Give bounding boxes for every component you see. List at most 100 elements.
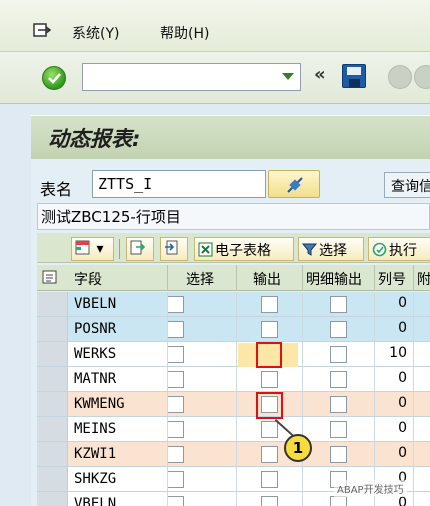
column-number-cell[interactable]: 0 <box>375 370 407 386</box>
column-number-cell[interactable]: 0 <box>375 395 407 411</box>
field-name-cell: MEINS <box>74 421 117 437</box>
cell-divider <box>236 442 237 466</box>
header-column-number[interactable]: 列号 <box>378 269 406 289</box>
select-checkbox[interactable] <box>167 396 184 413</box>
menu-help[interactable]: 帮助(H) <box>160 23 209 43</box>
detail-output-checkbox[interactable] <box>330 421 347 438</box>
column-number-cell[interactable]: 10 <box>375 345 407 361</box>
select-checkbox[interactable] <box>167 346 184 363</box>
row-selector[interactable] <box>37 317 68 341</box>
query-button[interactable]: 查询信 <box>384 172 430 198</box>
output-checkbox[interactable] <box>261 471 278 488</box>
column-number-cell[interactable]: 0 <box>375 420 407 436</box>
page-title: 动态报表: <box>48 127 141 151</box>
cell-divider <box>167 392 168 416</box>
save-icon[interactable] <box>342 64 366 88</box>
field-name-cell: SHKZG <box>74 471 117 487</box>
select-all-icon[interactable] <box>42 270 58 285</box>
back-icon[interactable]: « <box>314 64 326 85</box>
execute-icon <box>372 242 387 257</box>
detail-output-checkbox[interactable] <box>330 396 347 413</box>
layout-button[interactable]: ▾ <box>71 237 114 261</box>
select-checkbox[interactable] <box>167 421 184 438</box>
cell-divider <box>236 467 237 491</box>
select-checkbox[interactable] <box>167 321 184 338</box>
table-row: KZWI1 0 <box>37 442 430 467</box>
row-selector[interactable] <box>37 442 68 466</box>
output-checkbox[interactable] <box>261 446 278 463</box>
column-number-cell[interactable]: 0 <box>375 445 407 461</box>
spreadsheet-button[interactable]: 电子表格 <box>194 237 294 261</box>
row-selector[interactable] <box>37 417 68 441</box>
row-selector[interactable] <box>37 492 68 506</box>
cell-divider <box>413 342 414 366</box>
select-checkbox[interactable] <box>167 371 184 388</box>
row-selector[interactable] <box>37 392 68 416</box>
header-select[interactable]: 选择 <box>186 269 214 289</box>
field-name-cell: KZWI1 <box>74 446 117 462</box>
output-checkbox[interactable] <box>261 321 278 338</box>
layout-dropdown-icon: ▾ <box>96 241 104 257</box>
header-detail-output[interactable]: 明细输出 <box>306 269 362 289</box>
table-row: WERKS 10 <box>37 342 430 367</box>
detail-output-checkbox[interactable] <box>330 496 347 506</box>
header-divider <box>374 265 375 291</box>
export-button[interactable] <box>126 237 154 261</box>
header-field[interactable]: 字段 <box>74 269 102 289</box>
select-button[interactable]: 选择 <box>298 237 364 261</box>
enter-check-icon[interactable] <box>42 66 66 90</box>
cell-divider <box>236 317 237 341</box>
row-selector[interactable] <box>37 292 68 316</box>
plug-icon <box>285 175 305 195</box>
execute-button[interactable]: 执行 <box>368 237 430 261</box>
import-button[interactable] <box>160 237 188 261</box>
output-checkbox[interactable] <box>261 296 278 313</box>
detail-output-checkbox[interactable] <box>330 296 347 313</box>
table-row: KWMENG 0 <box>37 392 430 417</box>
detail-output-checkbox[interactable] <box>330 346 347 363</box>
cell-divider <box>236 342 237 366</box>
export-icon <box>130 240 146 255</box>
grid-title: 测试ZBC125-行项目 <box>41 208 181 226</box>
checked-output-highlight <box>256 342 282 368</box>
spreadsheet-label: 电子表格 <box>215 243 271 259</box>
detail-output-checkbox[interactable] <box>330 321 347 338</box>
menu-bar <box>0 0 430 52</box>
row-selector[interactable] <box>37 342 68 366</box>
menu-icon[interactable] <box>33 23 51 38</box>
select-checkbox[interactable] <box>167 471 184 488</box>
cell-divider <box>302 342 303 366</box>
menu-system[interactable]: 系统(Y) <box>72 23 119 43</box>
output-checkbox[interactable] <box>261 421 278 438</box>
command-dropdown-icon[interactable] <box>282 73 294 80</box>
header-divider <box>413 265 414 291</box>
output-checkbox[interactable] <box>261 371 278 388</box>
cell-divider <box>167 317 168 341</box>
select-checkbox[interactable] <box>167 496 184 506</box>
column-number-cell[interactable]: 0 <box>375 295 407 311</box>
header-divider <box>167 265 168 291</box>
select-checkbox[interactable] <box>167 446 184 463</box>
table-row: POSNR 0 <box>37 317 430 342</box>
cell-divider <box>167 342 168 366</box>
connect-button[interactable] <box>268 170 320 198</box>
row-selector[interactable] <box>37 367 68 391</box>
cell-divider <box>413 492 414 506</box>
row-selector[interactable] <box>37 467 68 491</box>
table-name-input[interactable]: ZTTS_I <box>92 170 266 198</box>
select-checkbox[interactable] <box>167 296 184 313</box>
cell-divider <box>302 317 303 341</box>
callout-marker: 1 <box>284 434 312 462</box>
header-output[interactable]: 输出 <box>253 269 281 289</box>
output-checkbox[interactable] <box>261 496 278 506</box>
header-more[interactable]: 附 <box>417 269 430 289</box>
detail-output-checkbox[interactable] <box>330 371 347 388</box>
field-name-cell: WERKS <box>74 346 117 362</box>
column-number-cell[interactable]: 0 <box>375 320 407 336</box>
back-nav-icon[interactable] <box>388 65 412 89</box>
command-field[interactable] <box>82 63 301 91</box>
cell-divider <box>167 292 168 316</box>
cell-divider <box>167 367 168 391</box>
field-name-cell: VBELN <box>74 296 117 312</box>
detail-output-checkbox[interactable] <box>330 446 347 463</box>
